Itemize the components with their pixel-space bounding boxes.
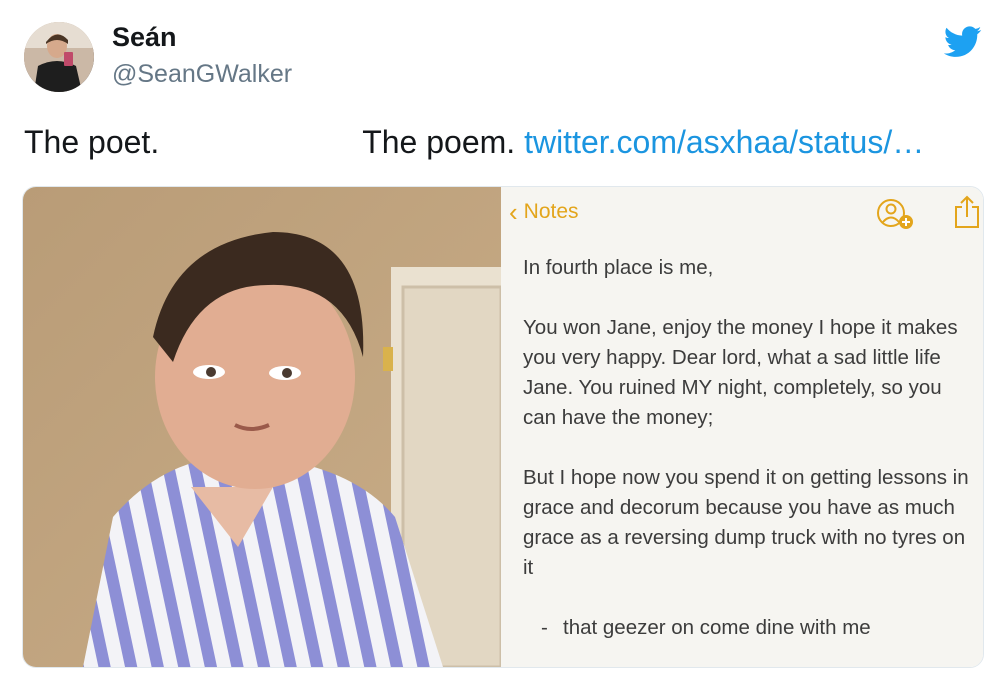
user-handle[interactable]: @SeanGWalker: [112, 60, 292, 89]
tweet-text: The poet. The poem. twitter.com/asxhaa/st…: [24, 124, 924, 161]
tweet-text-left: The poet.: [24, 124, 160, 160]
avatar[interactable]: [24, 22, 94, 92]
tweet-media[interactable]: ‹ Notes In fourth place is me, You won J…: [22, 186, 984, 668]
notes-back-button[interactable]: ‹ Notes: [509, 199, 579, 225]
twitter-bird-icon[interactable]: [944, 26, 982, 58]
tweet-text-right: The poem.: [362, 124, 516, 160]
poet-photo: [23, 187, 501, 667]
note-signature: - that geezer on come dine with me: [541, 616, 871, 639]
display-name[interactable]: Seán: [112, 22, 177, 53]
avatar-photo: [24, 22, 94, 92]
note-paragraph-2: You won Jane, enjoy the money I hope it …: [523, 316, 958, 429]
chevron-left-icon: ‹: [509, 197, 518, 227]
notes-screenshot: ‹ Notes In fourth place is me, You won J…: [501, 187, 983, 667]
tweet-link[interactable]: twitter.com/asxhaa/status/…: [524, 124, 924, 160]
note-signature-text: that geezer on come dine with me: [563, 616, 871, 639]
note-paragraph-1: In fourth place is me,: [523, 256, 714, 279]
add-contact-icon[interactable]: [875, 197, 917, 231]
note-content: In fourth place is me, You won Jane, enj…: [523, 253, 973, 643]
note-paragraph-3: But I hope now you spend it on getting l…: [523, 466, 969, 579]
share-icon[interactable]: [953, 195, 981, 229]
notes-back-label: Notes: [523, 200, 579, 223]
